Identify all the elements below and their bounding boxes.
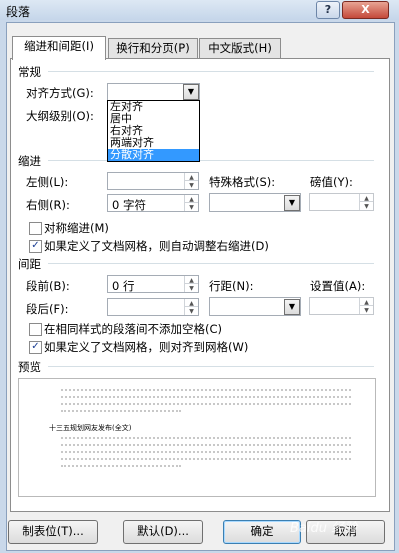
right-indent-value: 0 字符 [112, 198, 146, 212]
alignment-label: 对齐方式(G): [26, 86, 94, 100]
auto-right-indent-checkbox[interactable]: ✓ [29, 240, 42, 253]
special-indent-label: 特殊格式(S): [209, 175, 276, 189]
section-spacing: 间距 [18, 257, 41, 271]
spacing-at-spinner[interactable]: ▲ ▼ [359, 298, 373, 314]
preview-line [61, 451, 351, 456]
no-space-same-style-checkbox[interactable] [29, 323, 42, 336]
alignment-dropdown-list[interactable]: 左对齐 居中 右对齐 两端对齐 分散对齐 [107, 100, 200, 162]
by-spinner[interactable]: ▲ ▼ [359, 194, 373, 210]
spacing-at-label: 设置值(A): [310, 279, 366, 293]
divider [48, 263, 374, 264]
chevron-down-icon[interactable]: ▼ [183, 84, 199, 100]
preview-line [61, 396, 351, 401]
space-after-spinner[interactable]: ▲ ▼ [184, 299, 198, 315]
mirror-indents-checkbox[interactable] [29, 222, 42, 235]
chevron-down-icon[interactable]: ▼ [284, 195, 300, 211]
space-before-value: 0 行 [112, 279, 135, 293]
spacing-at-input[interactable]: ▲ ▼ [309, 297, 374, 315]
line-spacing-select[interactable]: ▼ [209, 297, 301, 316]
space-after-label: 段后(F): [26, 302, 69, 316]
tab-indent-spacing[interactable]: 缩进和间距(I) [12, 36, 106, 60]
left-indent-spinner[interactable]: ▲ ▼ [184, 173, 198, 189]
by-input[interactable]: ▲ ▼ [309, 193, 374, 211]
snap-to-grid-checkbox[interactable]: ✓ [29, 341, 42, 354]
left-indent-label: 左侧(L): [26, 175, 69, 189]
help-button[interactable]: ? [316, 1, 340, 19]
space-before-label: 段前(B): [26, 279, 70, 293]
dropdown-option-distributed[interactable]: 分散对齐 [108, 149, 199, 161]
preview-line [61, 403, 351, 408]
right-indent-label: 右侧(R): [26, 198, 70, 212]
divider [48, 366, 374, 367]
auto-right-indent-label: 如果定义了文档网格，则自动调整右缩进(D) [44, 239, 269, 253]
divider [48, 71, 374, 72]
space-before-input[interactable]: 0 行 ▲ ▼ [107, 275, 199, 293]
preview-line [61, 389, 351, 394]
section-indent: 缩进 [18, 154, 41, 168]
by-label: 磅值(Y): [310, 175, 353, 189]
preview-line [61, 444, 351, 449]
tab-asian-typography[interactable]: 中文版式(H) [199, 38, 281, 59]
outline-level-label: 大纲级别(O): [26, 109, 94, 123]
watermark: Baidu 经验 [290, 521, 358, 536]
right-indent-spinner[interactable]: ▲ ▼ [184, 195, 198, 211]
preview-line [61, 410, 181, 415]
left-indent-input[interactable]: ▲ ▼ [107, 172, 199, 190]
preview-line [61, 465, 181, 470]
set-default-button[interactable]: 默认(D)... [123, 520, 203, 544]
special-indent-select[interactable]: ▼ [209, 193, 301, 212]
section-general: 常规 [18, 65, 41, 79]
divider [48, 160, 374, 161]
window-title: 段落 [6, 5, 31, 19]
alignment-select[interactable]: ▼ [107, 83, 200, 101]
space-before-spinner[interactable]: ▲ ▼ [184, 276, 198, 292]
preview-line [61, 458, 351, 463]
snap-to-grid-label: 如果定义了文档网格，则对齐到网格(W) [44, 340, 249, 354]
right-indent-input[interactable]: 0 字符 ▲ ▼ [107, 194, 199, 212]
space-after-input[interactable]: ▲ ▼ [107, 298, 199, 316]
preview-sample-text: 十三五规划网友发布(全文) [49, 424, 132, 432]
preview-pane: 十三五规划网友发布(全文) [18, 378, 376, 497]
line-spacing-label: 行距(N): [209, 279, 254, 293]
no-space-same-style-label: 在相同样式的段落间不添加空格(C) [44, 322, 223, 336]
tab-line-page-breaks[interactable]: 换行和分页(P) [108, 38, 198, 59]
preview-line [61, 437, 351, 442]
section-preview: 预览 [18, 360, 41, 374]
mirror-indents-label: 对称缩进(M) [44, 221, 109, 235]
close-button[interactable]: X [342, 1, 389, 19]
chevron-down-icon[interactable]: ▼ [284, 299, 300, 315]
tabs-button[interactable]: 制表位(T)... [8, 520, 98, 544]
